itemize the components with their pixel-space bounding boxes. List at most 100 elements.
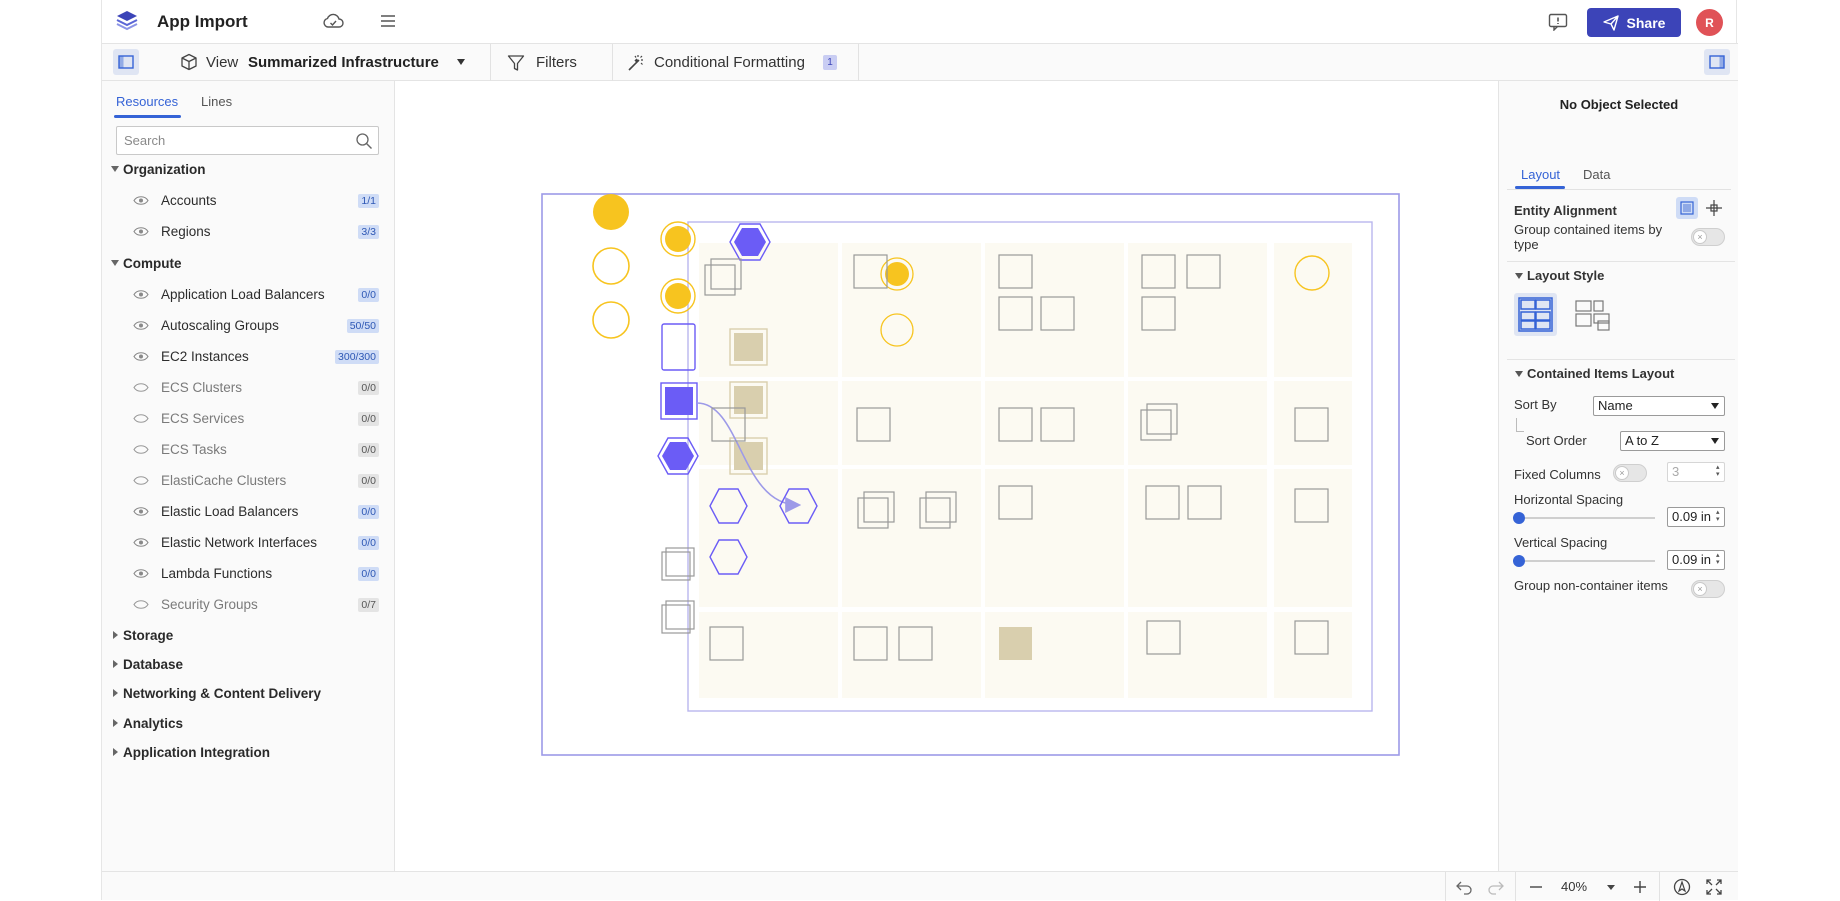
group-contained-toggle[interactable]: × — [1691, 228, 1725, 246]
vertical-spacing-input[interactable]: 0.09 in ▴ ▾ — [1667, 550, 1725, 570]
left-panel-toggle[interactable] — [113, 49, 139, 75]
item-count: 0/0 — [358, 505, 379, 519]
group-organization[interactable]: Organization — [102, 160, 392, 180]
tab-resources[interactable]: Resources — [116, 94, 178, 109]
logo-icon[interactable] — [116, 10, 138, 32]
chevron-down-icon[interactable] — [456, 58, 466, 66]
resource-item-ecs-clusters[interactable]: ECS Clusters 0/0 — [102, 377, 392, 399]
undo-icon[interactable] — [1455, 878, 1473, 896]
group-database[interactable]: Database — [102, 655, 392, 675]
group-label: Organization — [123, 162, 206, 177]
app-title[interactable]: App Import — [157, 12, 248, 32]
region-marker[interactable] — [592, 301, 630, 339]
redo-icon[interactable] — [1487, 878, 1505, 896]
vertical-spacing-handle[interactable] — [1513, 555, 1525, 567]
zoom-level[interactable]: 40% — [1561, 879, 1587, 894]
resource-item-ecs-services[interactable]: ECS Services 0/0 — [102, 408, 392, 430]
horizontal-spacing-input[interactable]: 0.09 in ▴ ▾ — [1667, 507, 1725, 527]
eye-icon[interactable] — [133, 568, 149, 579]
menu-icon[interactable] — [380, 13, 396, 29]
share-button[interactable]: Share — [1587, 8, 1681, 37]
group-analytics[interactable]: Analytics — [102, 714, 392, 734]
layout-style-grid-button[interactable] — [1514, 293, 1557, 336]
resource-item-security-groups[interactable]: Security Groups 0/7 — [102, 594, 392, 616]
bottom-divider — [1445, 872, 1446, 901]
wand-icon[interactable] — [626, 54, 646, 72]
send-icon — [1602, 14, 1619, 31]
right-panel-toggle[interactable] — [1704, 49, 1730, 75]
search-input[interactable] — [124, 133, 344, 148]
spinner-icon[interactable]: ▴ ▾ — [1716, 552, 1722, 566]
search-icon[interactable] — [355, 132, 373, 150]
eye-off-icon[interactable] — [133, 444, 149, 455]
eye-icon[interactable] — [133, 537, 149, 548]
zoom-in-icon[interactable] — [1631, 878, 1649, 896]
item-count: 0/0 — [358, 288, 379, 302]
group-compute[interactable]: Compute — [102, 254, 392, 274]
group-label: Analytics — [123, 716, 184, 731]
group-storage[interactable]: Storage — [102, 626, 392, 646]
chevron-down-icon[interactable] — [1515, 370, 1523, 378]
region-marker[interactable] — [593, 194, 629, 230]
align-fill-button[interactable] — [1676, 197, 1698, 219]
eye-off-icon[interactable] — [133, 382, 149, 393]
eye-icon[interactable] — [133, 506, 149, 517]
horizontal-spacing-handle[interactable] — [1513, 512, 1525, 524]
chevron-down-icon[interactable] — [1602, 878, 1620, 896]
resource-item-autoscaling-groups[interactable]: Autoscaling Groups 50/50 — [102, 315, 392, 337]
eye-icon[interactable] — [133, 226, 149, 237]
autoscaling-node[interactable] — [665, 387, 693, 415]
resource-item-application-load-balancers[interactable]: Application Load Balancers 0/0 — [102, 284, 392, 306]
resource-item-ec2-instances[interactable]: EC2 Instances 300/300 — [102, 346, 392, 368]
cloud-icon[interactable] — [322, 12, 344, 30]
eye-icon[interactable] — [133, 195, 149, 206]
chevron-right-icon — [113, 748, 118, 756]
infrastructure-diagram[interactable] — [396, 81, 1498, 871]
eye-off-icon[interactable] — [133, 599, 149, 610]
horizontal-spacing-slider[interactable] — [1519, 517, 1655, 519]
tab-lines[interactable]: Lines — [201, 94, 232, 109]
resource-item-accounts[interactable]: Accounts 1/1 — [102, 190, 392, 212]
item-label: Elastic Network Interfaces — [161, 535, 318, 550]
view-selector[interactable]: Summarized Infrastructure — [248, 54, 439, 71]
tab-layout[interactable]: Layout — [1521, 167, 1560, 182]
resource-item-ecs-tasks[interactable]: ECS Tasks 0/0 — [102, 439, 392, 461]
item-count: 3/3 — [358, 225, 379, 239]
sort-by-select[interactable]: Name — [1593, 396, 1725, 416]
chevron-down-icon[interactable] — [1515, 272, 1523, 280]
horizontal-spacing-value: 0.09 in — [1672, 509, 1712, 524]
eye-icon[interactable] — [133, 320, 149, 331]
properties-panel: No Object Selected Layout Data Entity Al… — [1498, 81, 1738, 871]
layout-style-flow-button[interactable] — [1572, 294, 1612, 334]
zoom-out-icon[interactable] — [1527, 878, 1545, 896]
sort-order-select[interactable]: A to Z — [1620, 431, 1725, 451]
diagram-canvas[interactable] — [396, 81, 1498, 871]
align-center-button[interactable] — [1703, 197, 1725, 219]
conditional-formatting-button[interactable]: Conditional Formatting — [654, 54, 805, 71]
avatar[interactable]: R — [1696, 9, 1723, 36]
resource-item-regions[interactable]: Regions 3/3 — [102, 221, 392, 243]
vertical-spacing-slider[interactable] — [1519, 560, 1655, 562]
eye-icon[interactable] — [133, 351, 149, 362]
region-marker[interactable] — [592, 247, 630, 285]
section-divider — [1507, 261, 1735, 262]
filter-icon[interactable] — [507, 54, 525, 72]
eye-off-icon[interactable] — [133, 413, 149, 424]
load-balancer-node[interactable] — [661, 323, 696, 371]
filters-button[interactable]: Filters — [536, 54, 577, 71]
resource-item-elastic-load-balancers[interactable]: Elastic Load Balancers 0/0 — [102, 501, 392, 523]
group-networking[interactable]: Networking & Content Delivery — [102, 684, 392, 704]
resource-item-lambda-functions[interactable]: Lambda Functions 0/0 — [102, 563, 392, 585]
feedback-icon[interactable] — [1548, 13, 1568, 31]
eye-icon[interactable] — [133, 289, 149, 300]
navigate-icon[interactable] — [1673, 878, 1691, 896]
resource-item-elastic-network-interfaces[interactable]: Elastic Network Interfaces 0/0 — [102, 532, 392, 554]
spinner-icon[interactable]: ▴ ▾ — [1716, 509, 1722, 523]
fixed-columns-toggle[interactable]: × — [1613, 464, 1647, 482]
resource-item-elasticache-clusters[interactable]: ElastiCache Clusters 0/0 — [102, 470, 392, 492]
fullscreen-icon[interactable] — [1705, 878, 1723, 896]
eye-off-icon[interactable] — [133, 475, 149, 486]
group-noncontainer-toggle[interactable]: × — [1691, 580, 1725, 598]
tab-data[interactable]: Data — [1583, 167, 1610, 182]
group-application-integration[interactable]: Application Integration — [102, 743, 392, 763]
